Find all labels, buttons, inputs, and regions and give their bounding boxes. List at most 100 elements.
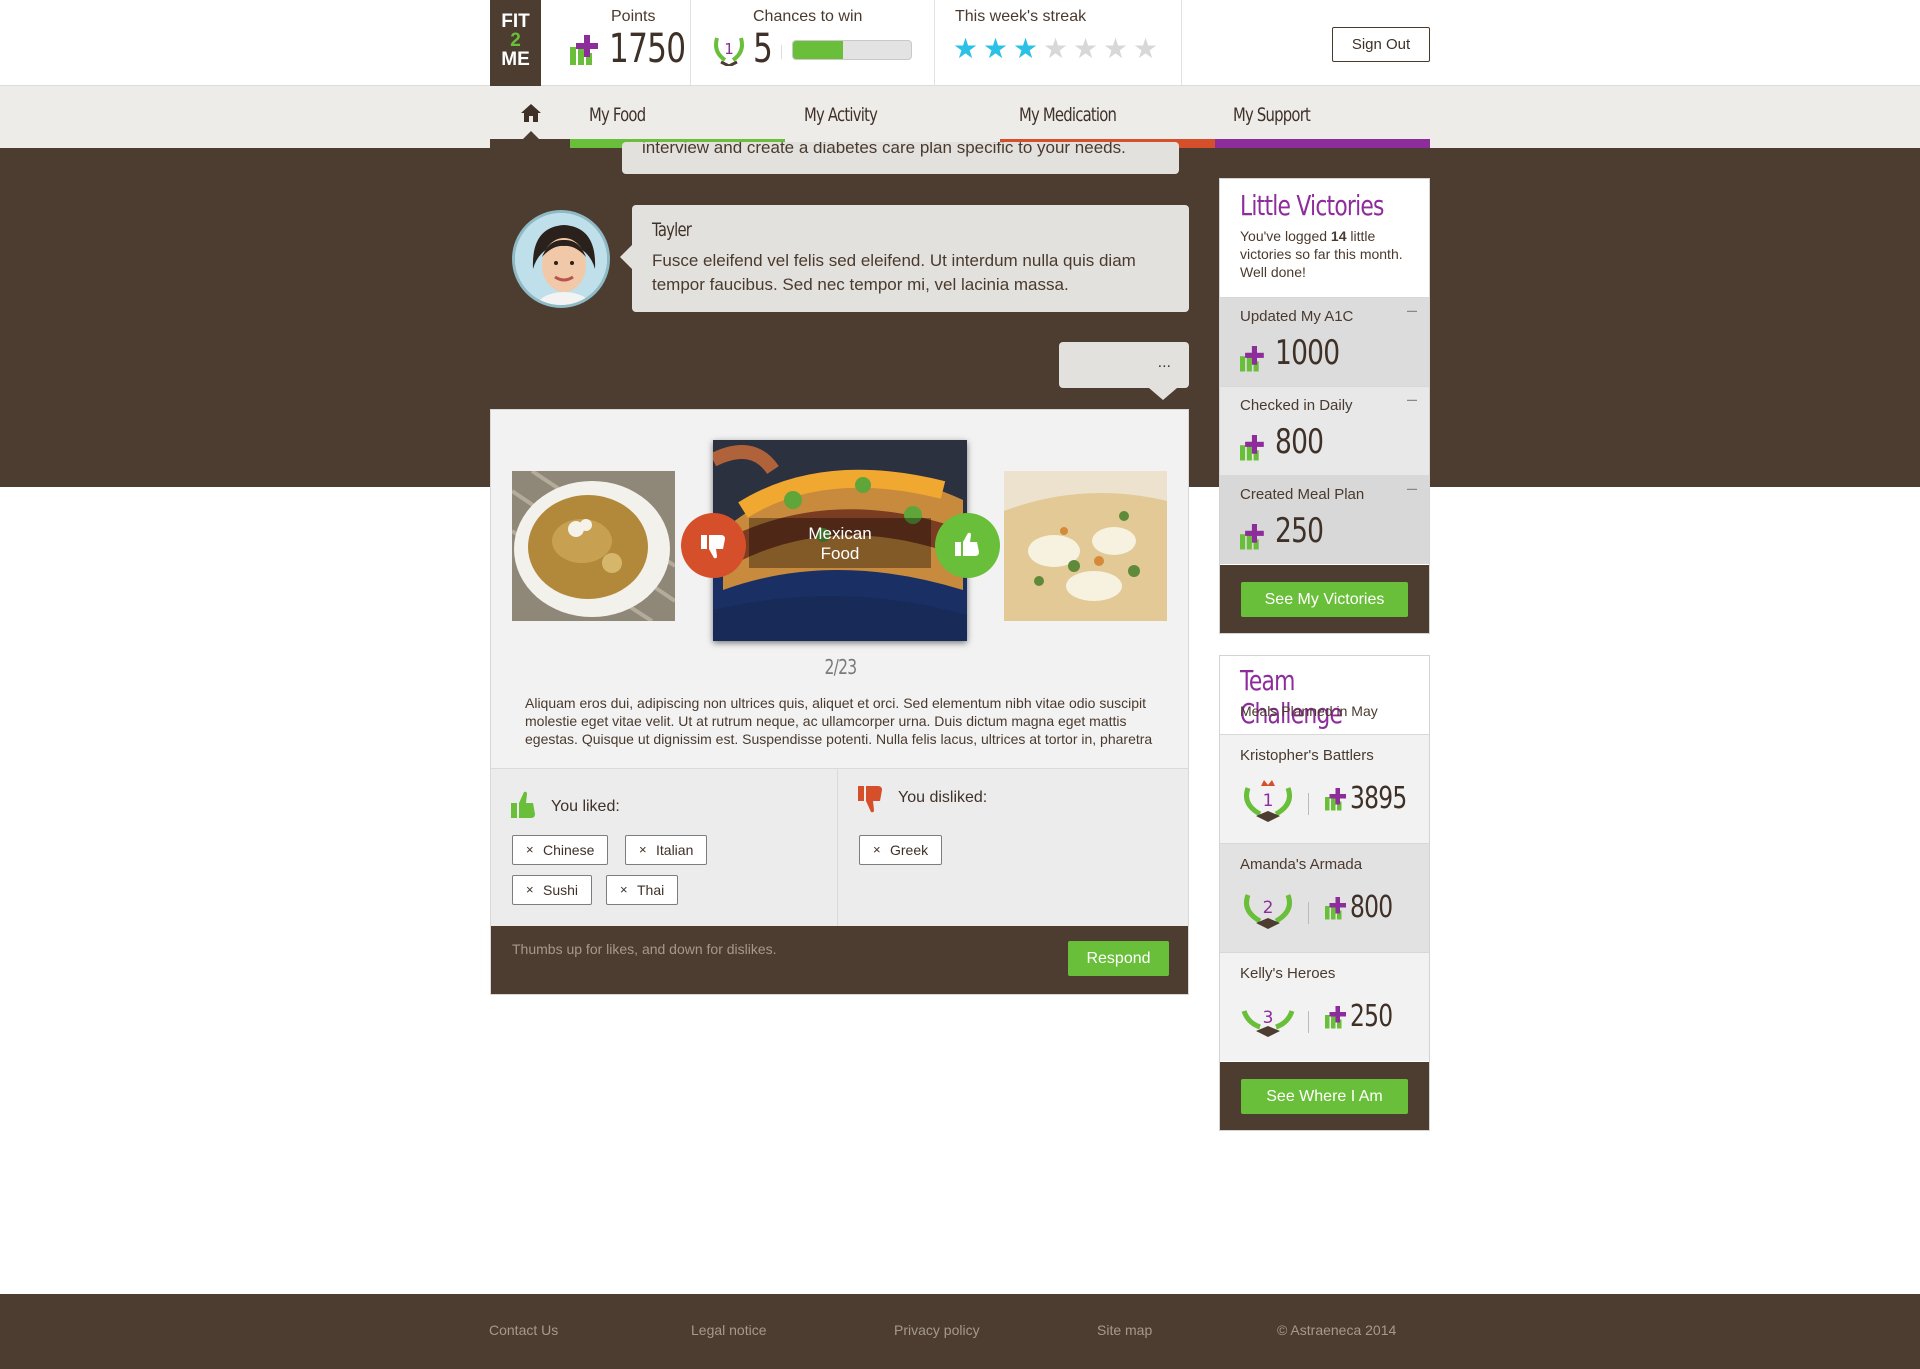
liked-tag[interactable]: × Sushi [512,875,593,905]
rank-wreath-icon: 1 [714,37,744,66]
see-my-victories-button[interactable]: See My Victories [1241,582,1408,617]
chances-label: Chances to win [753,8,863,25]
star-empty-icon: ★ [1103,33,1129,64]
nav-my-support[interactable]: My Support [1215,86,1430,148]
points-plus-icon [1240,524,1266,550]
victory-label: Checked in Daily [1240,397,1353,414]
team-points: 3895 [1350,781,1407,816]
top-header: FIT 2 ME Points 1750 Chances to win 1 5 … [0,0,1920,86]
team-row: Kristopher's Battlers 1 3895 [1220,734,1429,843]
footer-link-contact[interactable]: Contact Us [489,1322,558,1338]
like-button[interactable] [935,513,1000,578]
preferences-panel: You liked: × Chinese × Italian × Sushi × Tha… [491,768,1188,927]
victory-item: Updated My A1C – 1000 [1220,297,1429,386]
points-value: 1750 [609,26,686,72]
page-footer: Contact Us Legal notice Privacy policy S… [0,1294,1920,1369]
victory-label: Updated My A1C [1240,308,1354,325]
footer-link-privacy[interactable]: Privacy policy [894,1322,980,1338]
nav-my-medication[interactable]: My Medication [1000,86,1215,148]
copyright: © Astraeneca 2014 [1277,1322,1397,1338]
rank-3-wreath-icon: 3 [1241,1008,1295,1037]
remove-icon[interactable]: × [526,836,534,864]
footer-link-sitemap[interactable]: Site map [1097,1322,1152,1338]
team-challenge-panel: Team Challenge Meals Planned in May Kris… [1219,655,1430,1131]
food-image-next[interactable] [1004,471,1167,621]
liked-column: You liked: × Chinese × Italian × Sushi × Tha… [491,769,838,927]
remove-icon[interactable]: × [620,876,628,904]
rank-number: 3 [1263,1008,1274,1028]
fit2me-logo[interactable]: FIT 2 ME [490,0,541,86]
liked-tag-label: Thai [637,882,665,898]
see-where-i-am-button[interactable]: See Where I Am [1241,1079,1408,1114]
collapse-icon[interactable]: – [1407,389,1417,410]
chances-progress-bar [792,40,912,60]
victories-title: Little Victories [1240,189,1384,222]
chances-stat: Chances to win 1 5 [691,0,935,86]
points-plus-icon [1325,788,1348,811]
svg-text:1: 1 [724,40,734,58]
star-filled-icon: ★ [1013,33,1039,64]
nav-home[interactable] [490,86,570,148]
liked-tag-label: Italian [656,842,694,858]
points-plus-icon [1325,1006,1348,1029]
victory-item: Created Meal Plan – 250 [1220,475,1429,564]
liked-tag[interactable]: × Thai [606,875,679,905]
current-food-label-line2: Food [820,544,860,563]
message-sender: Tayler [652,219,692,241]
rank-1-wreath-icon: 1 [1244,780,1292,822]
team-footer: See Where I Am [1220,1062,1429,1130]
rank-number: 1 [1263,791,1274,811]
logo-line-2: 2 [510,30,521,51]
team-subtitle: Meals Planned in May [1240,703,1378,719]
dislike-button[interactable] [681,513,746,578]
previous-message-bubble: interview and create a diabetes care pla… [622,142,1179,174]
points-plus-icon [570,35,600,65]
nav-my-activity[interactable]: My Activity [785,86,1000,148]
victories-summary: You've logged 14 little victories so far… [1240,227,1415,281]
liked-tag-label: Sushi [543,882,579,898]
respond-button[interactable]: Respond [1068,941,1169,976]
team-name: Kristopher's Battlers [1240,747,1374,764]
disliked-title: You disliked: [898,789,988,806]
star-empty-icon: ★ [1073,33,1099,64]
sign-out-button[interactable]: Sign Out [1332,27,1430,62]
carousel-counter: 2/23 [824,655,858,679]
typing-indicator-bubble: ... [1059,342,1189,400]
disliked-column: You disliked: × Greek [839,769,1188,927]
food-image-prev[interactable] [512,471,675,621]
liked-thumbs-up-icon [511,791,535,818]
star-filled-icon: ★ [953,33,979,64]
victory-item: Checked in Daily – 800 [1220,386,1429,475]
previous-message-text: interview and create a diabetes care pla… [642,142,1126,157]
points-plus-icon [1240,346,1266,372]
points-plus-icon [1325,897,1348,920]
nav-my-food[interactable]: My Food [570,86,785,148]
disliked-tag[interactable]: × Greek [859,835,943,865]
thumbs-down-icon [701,535,725,559]
logo-line-3: ME [501,49,530,70]
team-row: Kelly's Heroes 3 250 [1220,952,1429,1061]
remove-icon[interactable]: × [526,876,534,904]
coach-message-bubble: Tayler Fusce eleifend vel felis sed elei… [620,205,1189,312]
footer-link-legal[interactable]: Legal notice [691,1322,767,1338]
collapse-icon[interactable]: – [1407,300,1417,321]
little-victories-panel: Little Victories You've logged 14 little… [1219,178,1430,634]
liked-tag[interactable]: × Chinese [512,835,609,865]
points-plus-icon [1240,435,1266,461]
chances-progress-fill [793,41,843,59]
team-row: Amanda's Armada 2 800 [1220,843,1429,952]
disliked-thumbs-down-icon [858,786,882,813]
current-food-label-line1: Mexican [808,524,872,543]
liked-tag[interactable]: × Italian [625,835,708,865]
collapse-icon[interactable]: – [1407,478,1417,499]
streak-stat: This week's streak ★ ★ ★ ★ ★ ★ ★ [935,0,1182,86]
message-text: Fusce eleifend vel felis sed eleifend. U… [652,251,1136,294]
coach-avatar [512,210,610,308]
chances-value: 5 [753,26,773,72]
nav-my-medication-label: My Medication [1019,104,1117,126]
food-image-current[interactable]: Mexican Food [713,440,967,641]
remove-icon[interactable]: × [639,836,647,864]
victories-summary-pre: You've logged [1240,228,1331,244]
remove-icon[interactable]: × [873,836,881,864]
points-stat: Points 1750 [541,0,691,86]
